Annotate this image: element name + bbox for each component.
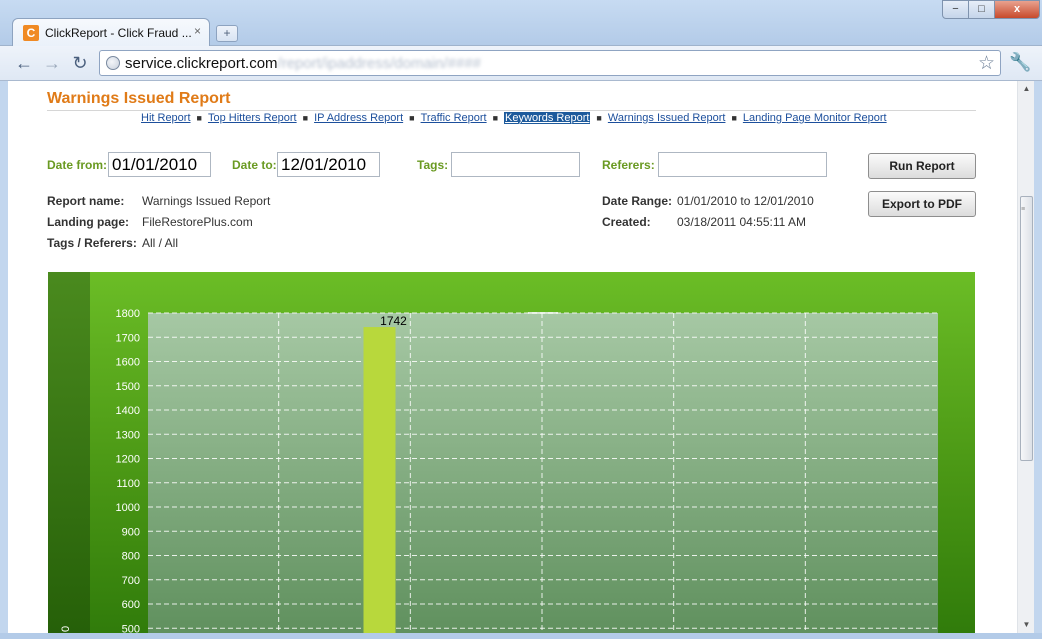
date-from-input[interactable]: 01/01/2010: [108, 152, 211, 177]
bookmark-star-icon[interactable]: ☆: [978, 52, 995, 75]
y-tick-label: 1100: [116, 478, 140, 490]
scrollbar-grip-icon: ≡: [1021, 206, 1026, 213]
scroll-down-arrow-icon[interactable]: ▼: [1018, 617, 1035, 633]
new-tab-button[interactable]: +: [216, 25, 238, 42]
y-tick-label: 1200: [116, 454, 140, 466]
date-range-value: 01/01/2010 to 12/01/2010: [677, 194, 814, 208]
nav-keywords-report[interactable]: Keywords Report: [504, 112, 591, 124]
y-tick-label: 600: [122, 599, 140, 611]
title-divider: [47, 110, 976, 111]
y-tick-label: 1000: [116, 502, 140, 514]
scrollbar-thumb[interactable]: [1020, 196, 1033, 461]
window-frame-bottom: [0, 633, 1042, 639]
y-tick-label: 1500: [116, 381, 140, 393]
forward-arrow-icon[interactable]: →: [40, 52, 64, 74]
export-pdf-button[interactable]: Export to PDF: [868, 191, 976, 217]
vertical-scrollbar[interactable]: ▲ ≡ ▼: [1017, 81, 1034, 633]
y-tick-label: 700: [122, 575, 140, 587]
window-titlebar: C ClickReport - Click Fraud ... × + − □ …: [0, 0, 1042, 46]
globe-icon: [106, 56, 120, 70]
y-tick-label: 900: [122, 526, 140, 538]
referers-input[interactable]: [658, 152, 827, 177]
close-window-button[interactable]: x: [994, 0, 1040, 19]
y-tick-label: 1300: [116, 429, 140, 441]
nav-separator: ■: [302, 113, 309, 123]
url-host: service.clickreport.com: [125, 55, 278, 72]
run-report-button[interactable]: Run Report: [868, 153, 976, 179]
nav-traffic-report[interactable]: Traffic Report: [421, 112, 487, 124]
maximize-button[interactable]: □: [968, 0, 995, 19]
referers-label: Referers:: [602, 158, 655, 172]
window-frame-right: [1034, 81, 1042, 633]
reload-icon[interactable]: ↻: [68, 52, 92, 74]
tab-close-icon[interactable]: ×: [194, 24, 201, 38]
nav-separator: ■: [409, 113, 415, 123]
nav-landing-page-monitor-report[interactable]: Landing Page Monitor Report: [743, 112, 887, 124]
landing-page-label: Landing page:: [47, 215, 129, 229]
tags-input[interactable]: [451, 152, 580, 177]
bar-chart: 500 600 700 800 900 1000 1100 1200 1300 1400 1500 1…: [116, 308, 938, 633]
browser-tab[interactable]: C ClickReport - Click Fraud ... ×: [12, 18, 210, 46]
report-name-value: Warnings Issued Report: [142, 194, 271, 208]
nav-ip-address-report[interactable]: IP Address Report: [314, 112, 403, 124]
page-title: Warnings Issued Report: [47, 90, 231, 107]
landing-page-value: FileRestorePlus.com: [142, 215, 253, 229]
nav-separator: ■: [731, 113, 737, 123]
chart-container: 0 500 600 700 800 900 1000 1100 1200 1300 1400 150…: [48, 272, 975, 633]
address-bar[interactable]: service.clickreport.com/report/ipaddress…: [99, 50, 1001, 76]
minimize-button[interactable]: −: [942, 0, 969, 19]
created-value: 03/18/2011 04:55:11 AM: [677, 215, 806, 229]
y-tick-label: 500: [122, 623, 140, 633]
tags-referers-value: All / All: [142, 236, 179, 250]
date-to-label: Date to:: [232, 158, 277, 172]
tags-referers-label: Tags / Referers:: [47, 236, 137, 250]
tags-label: Tags:: [417, 158, 449, 172]
y-tick-label: 800: [122, 551, 140, 563]
created-label: Created:: [602, 215, 651, 229]
url-text: service.clickreport.com/report/ipaddress…: [125, 55, 481, 72]
y-tick-label: 1400: [116, 405, 140, 417]
y-tick-label: 1600: [116, 357, 140, 369]
nav-separator: ■: [492, 113, 499, 123]
nav-hit-report[interactable]: Hit Report: [141, 112, 191, 124]
nav-top-hitters-report[interactable]: Top Hitters Report: [208, 112, 297, 124]
window-frame-left: [0, 81, 8, 633]
wrench-menu-icon[interactable]: 🔧: [1009, 52, 1031, 73]
scroll-up-arrow-icon[interactable]: ▲: [1018, 81, 1035, 97]
report-name-label: Report name:: [47, 194, 125, 208]
date-range-label: Date Range:: [602, 194, 673, 208]
nav-separator: ■: [596, 113, 602, 123]
tab-title: ClickReport - Click Fraud ...: [45, 26, 192, 40]
y-tick-label: 1700: [116, 332, 140, 344]
window-controls: − □ x: [942, 0, 1040, 19]
back-arrow-icon[interactable]: ←: [12, 52, 36, 74]
report-nav: Hit Report ■ Top Hitters Report ■ IP Address…: [141, 112, 887, 124]
bar: [363, 327, 396, 633]
nav-separator: ■: [196, 113, 202, 123]
url-path: /report/ipaddress/domain/####: [277, 55, 482, 72]
date-from-label: Date from:: [47, 158, 108, 172]
bar-value-label: 1742: [380, 314, 407, 328]
nav-warnings-issued-report[interactable]: Warnings Issued Report: [608, 112, 726, 124]
clickreport-favicon-icon: C: [23, 25, 39, 41]
y-tick-label: 1800: [116, 308, 140, 320]
date-to-input[interactable]: 12/01/2010: [277, 152, 380, 177]
page-viewport: Warnings Issued Report Hit Report ■ Top Hi…: [8, 81, 1017, 633]
